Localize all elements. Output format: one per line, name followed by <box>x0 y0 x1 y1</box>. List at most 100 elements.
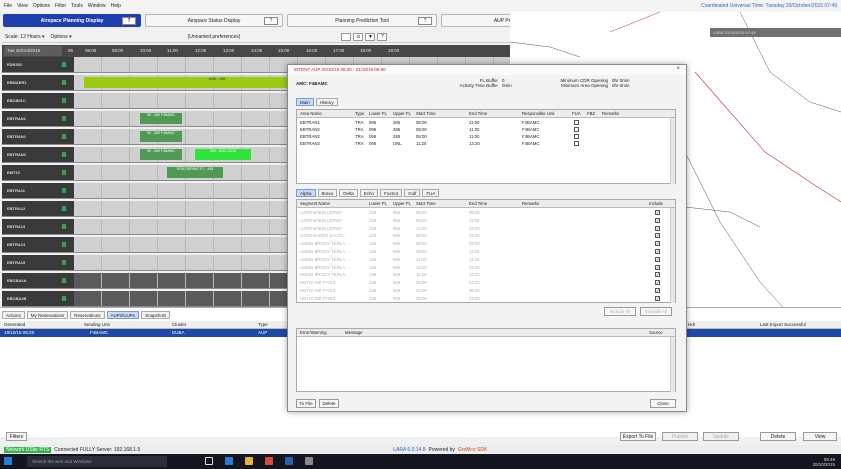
col-upper-fl[interactable]: Upper FL <box>393 111 411 116</box>
airspace-row-label[interactable]: EBTRA13 <box>2 219 74 234</box>
col-start-time[interactable]: Start Time <box>416 111 436 116</box>
route-subtab[interactable]: Delta <box>339 189 358 197</box>
options-dropdown[interactable]: Options ▾ <box>50 34 71 40</box>
airspace-row-label[interactable]: EBCB01C <box>2 93 74 108</box>
subtab-aups-uups[interactable]: AUPs/UUPs <box>106 311 140 319</box>
route-row[interactable]: UN852 BROGY TERLA 195 660 13:20 22:00 ✓ <box>297 264 675 271</box>
menu-view[interactable]: View <box>17 3 28 9</box>
menu-file[interactable]: File <box>4 3 12 9</box>
tab-badge[interactable]: ? <box>122 17 136 25</box>
col-sending-unit[interactable]: Sending Unit <box>84 322 110 327</box>
col-cluster[interactable]: Cluster <box>172 322 186 327</box>
menu-filter[interactable]: Filter <box>55 3 66 9</box>
export-to-file-button[interactable]: Export To File <box>620 432 656 441</box>
include-checkbox[interactable]: ✓ <box>655 249 660 254</box>
area-row[interactable]: EBTRAN2 TRA 095 285 09:00 11:00 F4BAMC <box>297 126 675 133</box>
fua-checkbox[interactable] <box>574 120 579 125</box>
airspace-row-label[interactable]: EBTRAN1 <box>2 111 74 126</box>
col-message[interactable]: Message <box>345 330 362 335</box>
route-subtab[interactable]: Alpha <box>296 189 316 197</box>
exclude-all-button[interactable]: Exclude All <box>640 307 672 316</box>
reservation-bar[interactable]: EGN DURING F1 - 445 <box>167 167 223 178</box>
task-view-icon[interactable] <box>205 457 213 465</box>
route-subtab[interactable]: Golf <box>404 189 421 197</box>
subtab-my-reservations[interactable]: My Reservations <box>26 311 69 319</box>
route-row[interactable]: UN710 DIK PITES 245 660 06:00 22:00 ✓ <box>297 279 675 286</box>
include-checkbox[interactable]: ✓ <box>655 241 660 247</box>
error-scrollbar[interactable] <box>670 337 675 392</box>
airspace-row-label[interactable]: EMT10 <box>2 165 74 180</box>
col-area-name[interactable]: Area Name <box>300 111 322 116</box>
edge-icon[interactable] <box>225 457 233 465</box>
route-row[interactable]: UN852 BROGY TERLA 195 660 09:00 11:00 ✓ <box>297 248 675 255</box>
route-row[interactable]: UN852 BROGY TERLA 195 660 11:00 11:20 ✓ <box>297 256 675 263</box>
reservation-bar[interactable]: 95 - 285 F4BAMC <box>140 131 182 142</box>
area-row[interactable]: EBTRAN2 TRA 095 285 08:00 11:00 F4BAMC <box>297 133 675 140</box>
col-responsible-unit[interactable]: Responsible Unit <box>522 111 554 116</box>
tab-badge[interactable]: ? <box>418 17 432 25</box>
col-fua[interactable]: FUA <box>572 111 581 116</box>
col-segment-name[interactable]: Segment Name <box>300 201 330 206</box>
settings-icon[interactable]: ⊙ <box>353 33 364 41</box>
route-subtab[interactable]: Echo <box>359 189 379 197</box>
airspace-row-label[interactable]: EBTRA14 <box>2 237 74 252</box>
reservation-bar[interactable]: 95 - 285 F4BAMC <box>140 113 182 124</box>
chrome-icon[interactable] <box>265 457 273 465</box>
delete-button[interactable]: Delete <box>760 432 796 441</box>
route-row[interactable]: L0703 BABIN LERVO 245 660 06:00 08:00 ✓ <box>297 209 675 216</box>
col-include[interactable]: Include <box>649 201 663 206</box>
airspace-row-label[interactable]: EBTRA15 <box>2 255 74 270</box>
route-row[interactable]: UN710 DIK PITES 245 660 22:00 06:00 ✓ <box>297 287 675 294</box>
dialog-close-button[interactable]: Close <box>650 399 676 408</box>
explorer-icon[interactable] <box>245 457 253 465</box>
col-type[interactable]: Type <box>355 111 364 116</box>
route-row[interactable]: UN710 DIK PITES 245 660 06:00 22:00 ✓ <box>297 295 675 302</box>
include-checkbox[interactable]: ✓ <box>655 272 660 278</box>
route-subtab[interactable]: Bravo <box>317 189 338 197</box>
airspace-row-label[interactable]: EBTRAN3 <box>2 147 74 162</box>
zoom-icon[interactable] <box>341 33 352 41</box>
include-all-button[interactable]: Include All <box>604 307 636 316</box>
scale-dropdown[interactable]: Scale: 12 Hours ▾ <box>5 34 44 40</box>
airspace-row-label[interactable]: EBTRA12 <box>2 201 74 216</box>
airspace-row-label[interactable]: EBCBA2B <box>2 291 74 306</box>
app-icon[interactable] <box>305 457 313 465</box>
menu-help[interactable]: Help <box>111 3 121 9</box>
route-row[interactable]: L0703 BADOS DAGTU 245 660 06:00 22:00 ✓ <box>297 232 675 239</box>
col-lower-fl[interactable]: Lower FL <box>369 111 387 116</box>
include-checkbox[interactable]: ✓ <box>655 217 660 223</box>
airspace-row-label[interactable]: EBTRAN2 <box>2 129 74 144</box>
col-start-time[interactable]: Start Time <box>416 201 436 206</box>
menu-window[interactable]: Window <box>88 3 106 9</box>
outlook-icon[interactable] <box>285 457 293 465</box>
route-subtab[interactable]: FUA <box>422 189 440 197</box>
route-row[interactable]: UN852 BROGY TERLA 195 660 11:20 13:20 ✓ <box>297 271 675 278</box>
menu-tools[interactable]: Tools <box>71 3 83 9</box>
reservation-bar[interactable]: 95 - 285 F4BAMC <box>140 149 182 160</box>
help-icon[interactable]: ? <box>377 33 388 41</box>
route-row[interactable]: UN852 BROGY TERLA 195 660 06:00 09:00 ✓ <box>297 240 675 247</box>
col-last-export[interactable]: Last Export Successful <box>760 322 806 327</box>
tab-history[interactable]: History <box>315 98 338 106</box>
include-checkbox[interactable]: ✓ <box>655 233 660 239</box>
col-source[interactable]: Source <box>649 330 663 335</box>
col-fbz[interactable]: FBZ <box>587 111 595 116</box>
timeline-date[interactable]: Tue 20/Oct/2015 <box>4 46 62 56</box>
menu-options[interactable]: Options <box>33 3 50 9</box>
col-generated[interactable]: Generated <box>4 322 25 327</box>
area-row[interactable]: EBTRAN3 TRA 095 UNL 11:20 13:20 F4BAMC <box>297 140 675 147</box>
airspace-row-label[interactable]: EBCBA2A <box>2 273 74 288</box>
col-hdr[interactable]: Hdr <box>688 322 695 327</box>
col-end-time[interactable]: End Time <box>469 111 487 116</box>
route-subtab[interactable]: Foxtrot <box>380 189 403 197</box>
airspace-row-label[interactable]: EBMAER1 <box>2 75 74 90</box>
include-checkbox[interactable]: ✓ <box>655 264 660 270</box>
tab-airspace-status-display[interactable]: Airspace Status Display? <box>145 14 283 27</box>
reservation-bar[interactable]: 095 - UNL LOOK <box>195 149 251 160</box>
filters-button[interactable]: Filters <box>6 432 27 441</box>
col-upper-fl[interactable]: Upper FL <box>393 201 411 206</box>
col-end-time[interactable]: End Time <box>469 201 487 206</box>
subtab-actions[interactable]: Actions <box>2 311 25 319</box>
filter-icon[interactable]: ▼ <box>365 33 376 41</box>
taskbar-search[interactable]: Search the web and Windows <box>27 456 167 467</box>
